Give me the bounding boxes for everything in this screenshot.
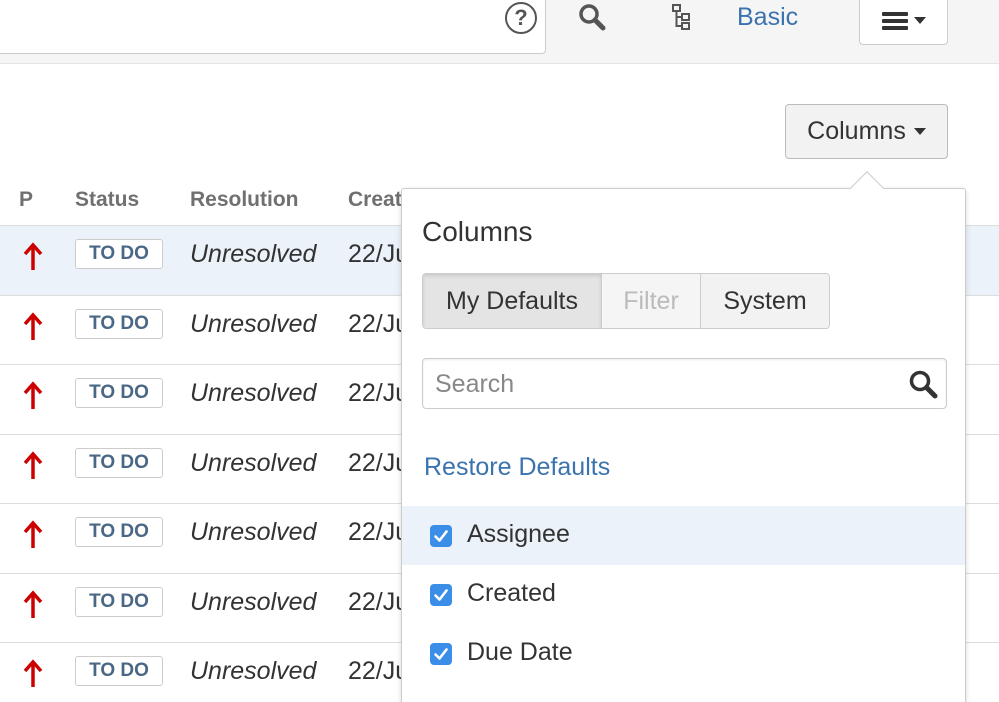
column-config-tabs: My Defaults Filter System (422, 273, 830, 329)
checkbox[interactable] (430, 584, 452, 606)
created-cell: 22/Jun (348, 518, 408, 546)
tab-filter: Filter (602, 274, 701, 328)
resolution-cell: Unresolved (190, 240, 317, 268)
priority-high-arrow-icon (23, 659, 43, 687)
created-cell: 22/Jun (348, 240, 408, 268)
header-resolution[interactable]: Resolution (190, 188, 299, 212)
column-option-list: Assignee Created Due Date (402, 506, 965, 683)
column-option[interactable]: Due Date (402, 624, 965, 683)
priority-high-arrow-icon (23, 520, 43, 548)
priority-high-arrow-icon (23, 381, 43, 409)
tab-my-defaults[interactable]: My Defaults (423, 274, 602, 328)
help-icon[interactable]: ? (505, 2, 537, 34)
search-icon[interactable] (577, 2, 607, 32)
column-option-label: Assignee (467, 520, 570, 548)
search-icon[interactable] (908, 369, 938, 399)
checkmark-icon (434, 648, 448, 660)
resolution-cell: Unresolved (190, 518, 317, 546)
created-cell: 22/Jun (348, 448, 408, 477)
more-menu-button[interactable] (859, 0, 948, 45)
created-cell: 22/Jun (348, 657, 408, 685)
created-cell: 22/Jun (348, 587, 408, 616)
resolution-cell: Unresolved (190, 657, 317, 685)
quick-search-field[interactable] (0, 0, 546, 54)
checkmark-icon (434, 530, 448, 542)
status-badge: TO DO (75, 239, 163, 269)
popover-title: Columns (422, 216, 533, 247)
status-badge: TO DO (75, 586, 163, 617)
created-cell: 22/Jun (348, 309, 408, 338)
priority-high-arrow-icon (23, 450, 43, 479)
priority-high-arrow-icon (23, 589, 43, 618)
column-option-label: Created (467, 579, 556, 607)
top-bar: ? Basic (0, 0, 999, 64)
tab-system[interactable]: System (701, 274, 829, 328)
chevron-down-icon (913, 17, 926, 24)
columns-popover: Columns My Defaults Filter System Restor… (401, 171, 966, 702)
popover-arrow (850, 171, 884, 205)
priority-high-arrow-icon (23, 311, 43, 340)
checkbox[interactable] (430, 525, 452, 547)
checkbox[interactable] (430, 643, 452, 665)
basic-search-link[interactable]: Basic (737, 3, 798, 32)
restore-defaults-link[interactable]: Restore Defaults (424, 453, 610, 482)
resolution-cell: Unresolved (190, 587, 317, 616)
header-priority[interactable]: P (19, 188, 33, 212)
resolution-cell: Unresolved (190, 309, 317, 338)
column-option[interactable]: Assignee (402, 506, 965, 565)
columns-button-label: Columns (807, 117, 906, 145)
hamburger-icon (881, 11, 908, 30)
status-badge: TO DO (75, 447, 163, 478)
created-cell: 22/Jun (348, 379, 408, 407)
checkmark-icon (434, 589, 448, 601)
hierarchy-icon[interactable] (667, 2, 697, 32)
status-badge: TO DO (75, 308, 163, 339)
column-option-label: Due Date (467, 638, 573, 666)
column-search-input[interactable] (435, 367, 895, 401)
header-status[interactable]: Status (75, 188, 139, 212)
status-badge: TO DO (75, 378, 163, 408)
column-search-field (422, 358, 947, 409)
status-badge: TO DO (75, 656, 163, 686)
column-option[interactable]: Created (402, 565, 965, 624)
resolution-cell: Unresolved (190, 379, 317, 407)
status-badge: TO DO (75, 517, 163, 547)
chevron-down-icon (913, 128, 926, 135)
resolution-cell: Unresolved (190, 448, 317, 477)
columns-button[interactable]: Columns (785, 104, 948, 159)
priority-high-arrow-icon (23, 242, 43, 270)
